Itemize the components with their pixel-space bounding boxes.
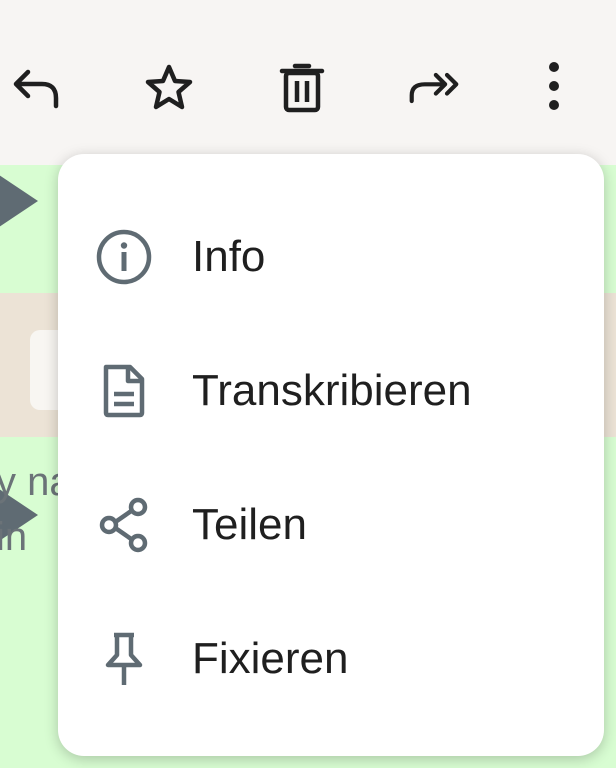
delete-button[interactable] <box>276 62 328 114</box>
message-text-fragment: in <box>0 515 28 559</box>
play-icon[interactable] <box>0 173 38 229</box>
document-icon <box>94 361 154 421</box>
delete-icon <box>279 63 325 113</box>
more-options-button[interactable] <box>528 62 580 114</box>
overflow-menu: Info Transkribieren Teilen Fixieren <box>58 154 604 756</box>
menu-item-label: Fixieren <box>192 634 349 683</box>
forward-icon <box>409 72 459 104</box>
reply-icon <box>13 69 59 109</box>
selection-toolbar <box>0 0 616 165</box>
share-icon <box>94 495 154 555</box>
pin-icon <box>94 629 154 689</box>
info-icon <box>94 227 154 287</box>
reply-button[interactable] <box>10 62 62 114</box>
menu-item-label: Teilen <box>192 500 307 549</box>
star-icon <box>145 64 193 110</box>
menu-item-share[interactable]: Teilen <box>58 458 604 592</box>
menu-item-label: Info <box>192 232 266 281</box>
menu-item-label: Transkribieren <box>192 366 472 415</box>
forward-button[interactable] <box>408 62 460 114</box>
menu-item-info[interactable]: Info <box>58 190 604 324</box>
menu-item-transcribe[interactable]: Transkribieren <box>58 324 604 458</box>
more-options-icon <box>549 62 559 110</box>
star-button[interactable] <box>143 62 195 114</box>
menu-item-pin[interactable]: Fixieren <box>58 592 604 726</box>
